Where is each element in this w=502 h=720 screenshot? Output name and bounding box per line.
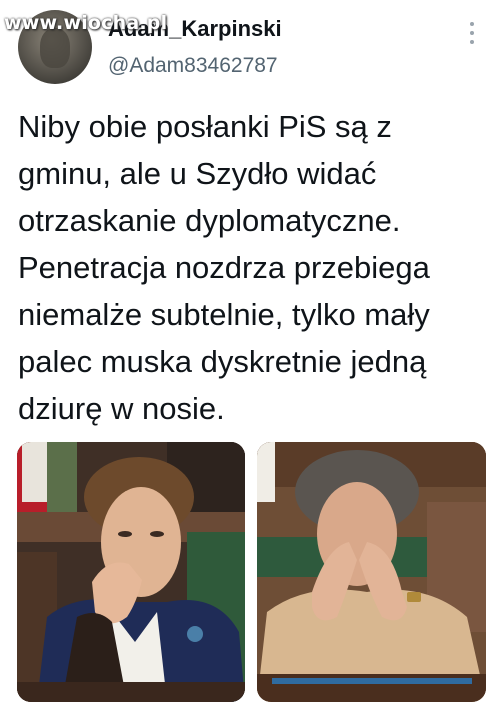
tweet-photo-right[interactable]: [257, 442, 486, 702]
user-handle[interactable]: @Adam83462787: [108, 54, 278, 78]
more-vertical-icon[interactable]: [465, 22, 479, 44]
photo-left-illustration: [17, 442, 245, 702]
tweet-photo-left[interactable]: [17, 442, 245, 702]
tweet-text: Niby obie posłanki PiS są z gminu, ale u…: [18, 109, 430, 426]
watermark: www.wiocha.pl: [4, 12, 168, 34]
photo-right-illustration: [257, 442, 486, 702]
